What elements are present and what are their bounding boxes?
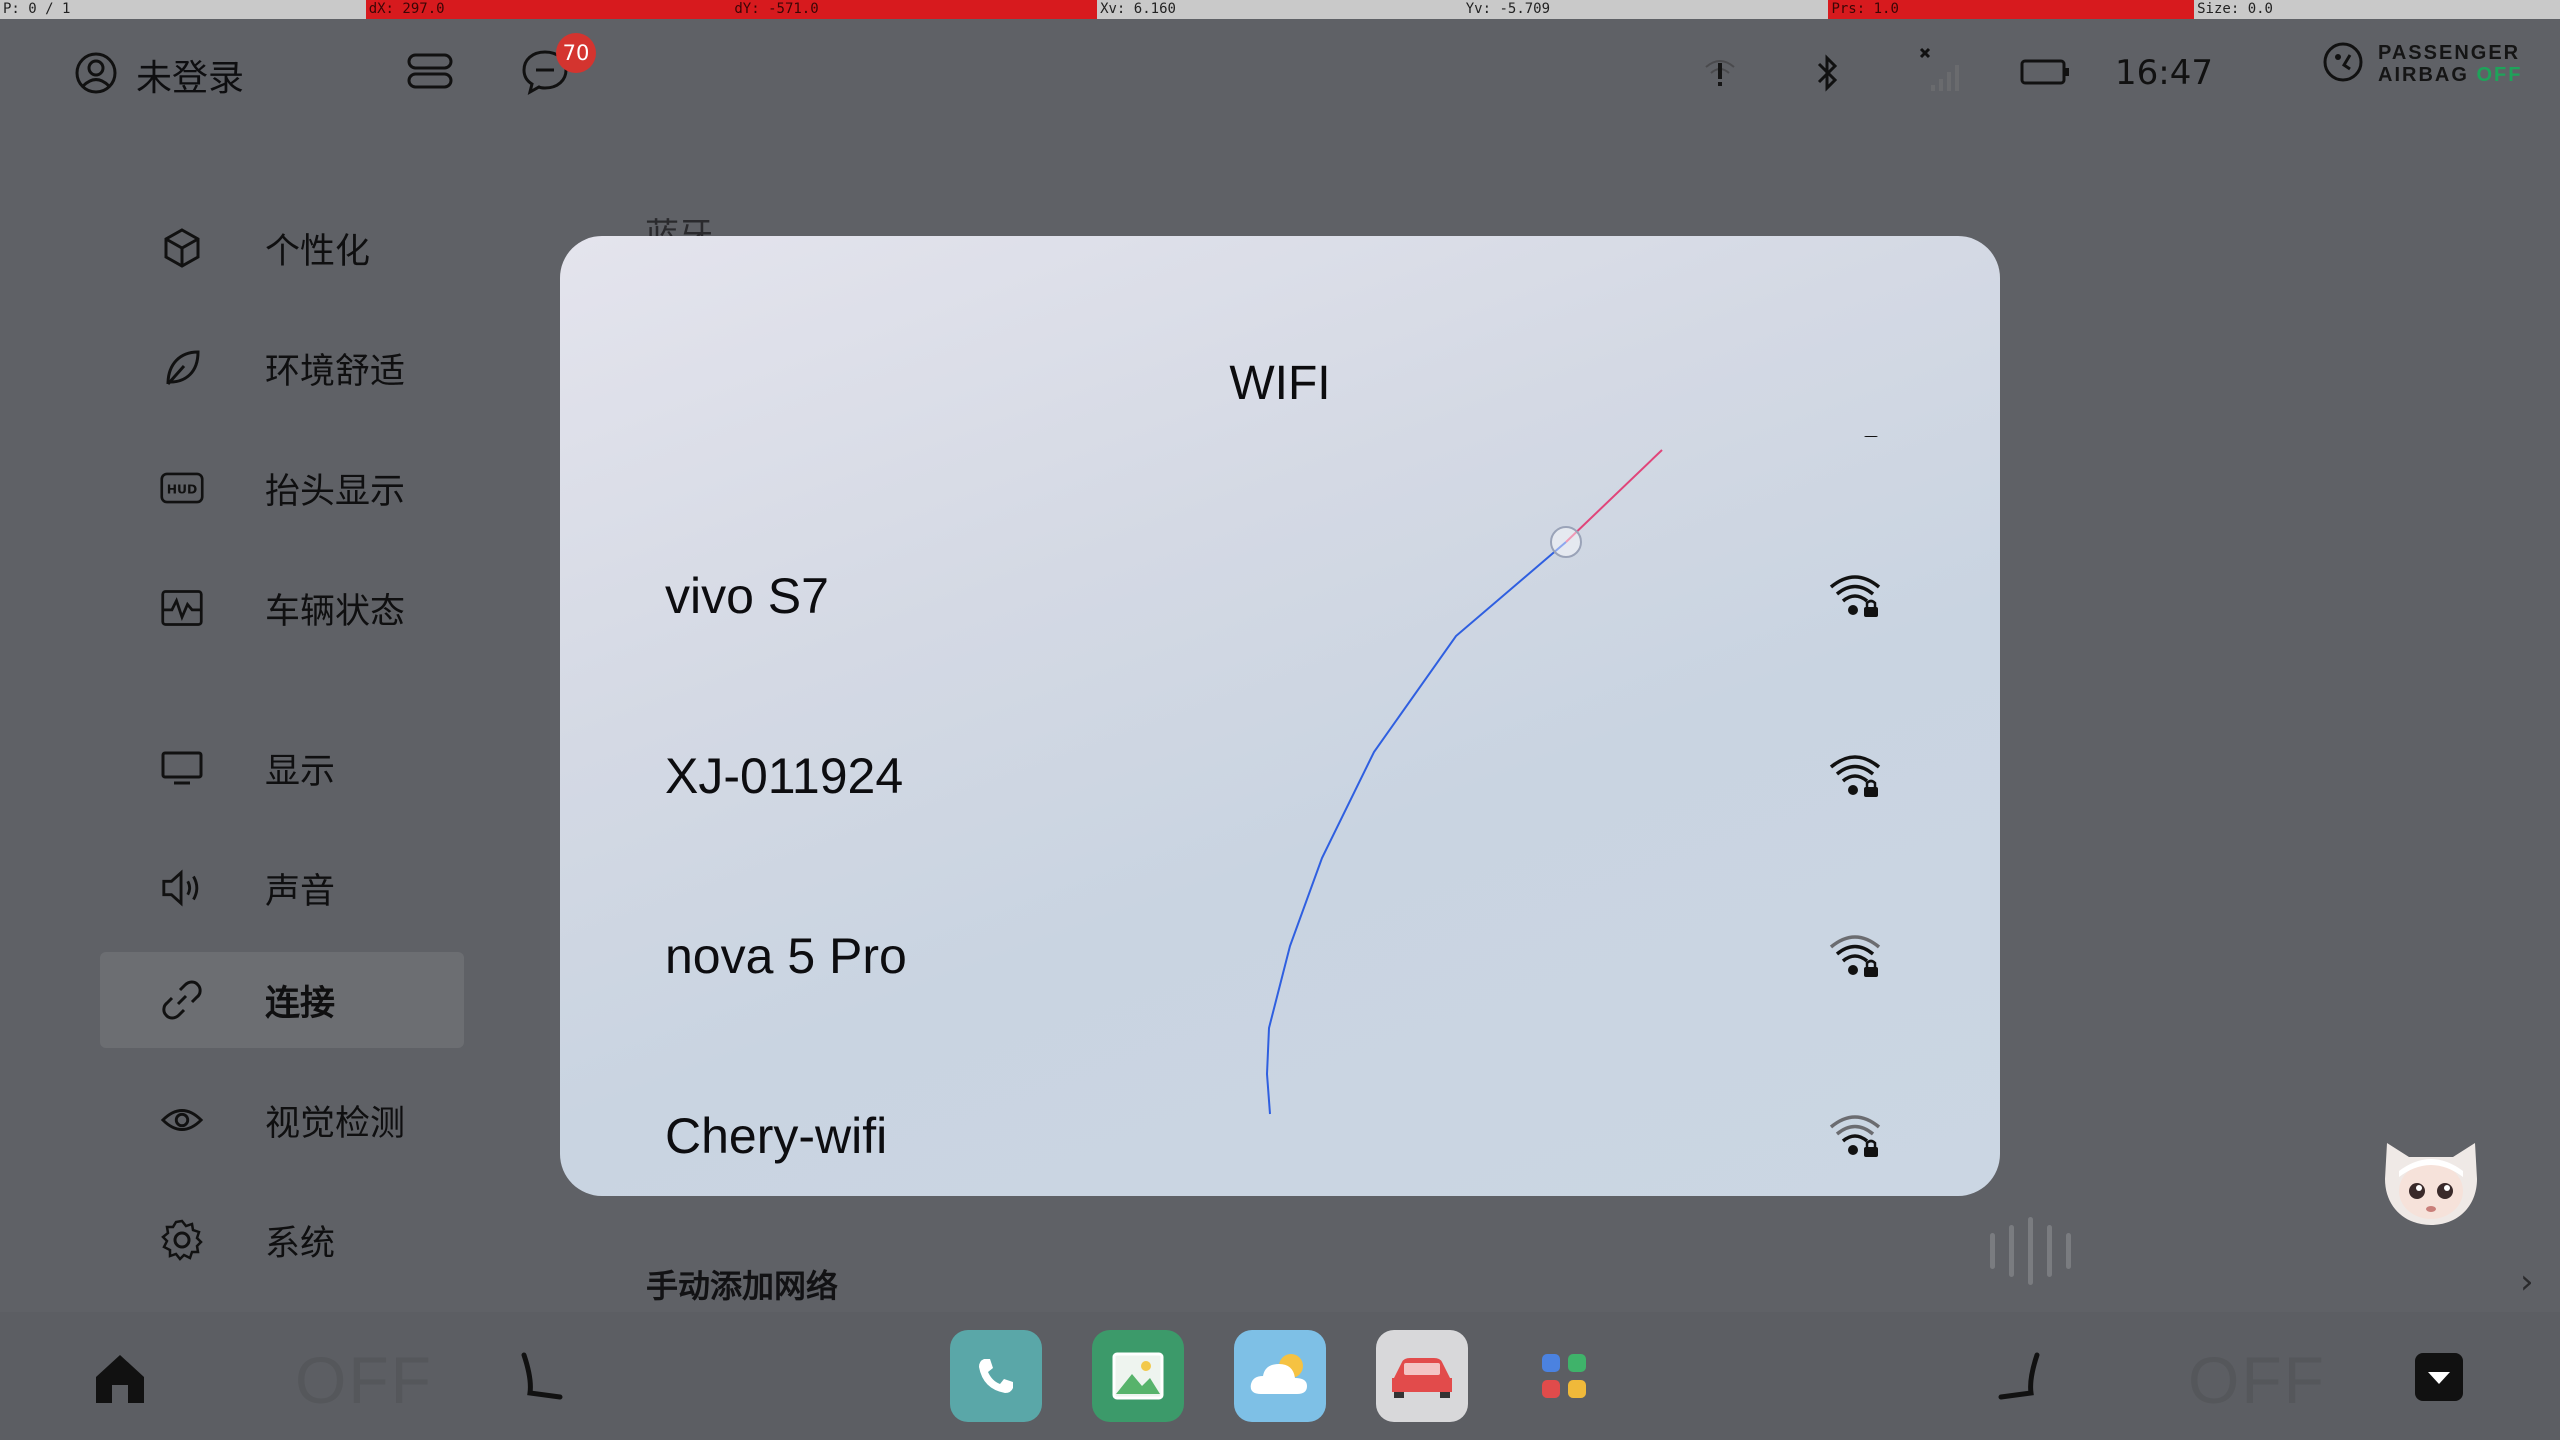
vehicle-app-icon[interactable]	[1376, 1330, 1468, 1422]
manual-add-network-button[interactable]: 手动添加网络	[646, 1261, 838, 1307]
control-center-icon[interactable]	[405, 49, 455, 93]
chevron-right-icon[interactable]: ›	[2520, 1262, 2534, 1302]
debug-pressure: Prs: 1.0	[1828, 0, 2195, 19]
battery-icon	[2020, 55, 2072, 89]
debug-size: Size: 0.0	[2197, 1, 2273, 17]
gallery-app-icon[interactable]	[1092, 1330, 1184, 1422]
vehicle-status-icon	[160, 586, 204, 630]
debug-yv: Yv: -5.709	[1465, 1, 1551, 17]
dropdown-menu-icon[interactable]	[2414, 1352, 2464, 1402]
voice-assistant-waveform[interactable]	[1990, 1217, 2071, 1285]
user-icon	[74, 51, 118, 99]
waveform-bar	[2066, 1233, 2071, 1269]
sidebar-item-vision[interactable]: 视觉检测	[100, 1072, 464, 1168]
weather-app-icon[interactable]	[1234, 1330, 1326, 1422]
svg-text:HUD: HUD	[167, 482, 198, 496]
sidebar-item-personalization[interactable]: 个性化	[100, 200, 464, 296]
airbag-off-indicator: OFF	[2476, 64, 2523, 86]
waveform-bar	[1990, 1233, 1995, 1269]
sidebar-item-vehicle-status[interactable]: 车辆状态	[100, 560, 464, 656]
left-seat-icon[interactable]	[515, 1348, 571, 1404]
bottom-dock: OFF OFF	[0, 1312, 2560, 1440]
cube-icon	[160, 226, 204, 270]
status-bar: 未登录 70 16:47 PASSENGER AIRBAG OFF	[0, 19, 2560, 124]
passenger-airbag-status: PASSENGER AIRBAG OFF	[2322, 41, 2522, 87]
sidebar-item-label: 声音	[265, 871, 336, 912]
pointer-debug-bar: P: 0 / 1 dX: 297.0 dY: -571.0 Xv: 6.160 …	[0, 0, 2560, 19]
user-account-button[interactable]: 未登录	[74, 49, 244, 101]
status-clock: 16:47	[2115, 53, 2213, 93]
phone-app-icon[interactable]	[950, 1330, 1042, 1422]
assistant-mascot-icon[interactable]	[2375, 1133, 2487, 1229]
sidebar-item-comfort[interactable]: 环境舒适	[100, 320, 464, 416]
right-seat-icon[interactable]	[1990, 1348, 2046, 1404]
sidebar-item-label: 连接	[265, 983, 336, 1024]
waveform-bar	[2009, 1225, 2014, 1277]
debug-pointer-count: P: 0 / 1	[3, 1, 71, 17]
monitor-icon	[160, 746, 204, 790]
sidebar-item-sound[interactable]: 声音	[100, 840, 464, 936]
debug-xv: Xv: 6.160	[1100, 1, 1176, 17]
sidebar-item-label: 个性化	[265, 231, 371, 272]
message-count-badge: 70	[556, 33, 596, 73]
home-icon[interactable]	[90, 1350, 150, 1406]
speaker-icon	[160, 866, 204, 910]
touch-point-marker	[1550, 526, 1582, 558]
touch-trace-overlay	[1265, 449, 1663, 1115]
sidebar-item-label: 环境舒适	[265, 351, 406, 392]
sidebar-item-hud[interactable]: HUD 抬头显示	[100, 440, 464, 536]
sidebar-item-connection[interactable]: 连接	[100, 952, 464, 1048]
debug-dx: dX: 297.0	[365, 0, 732, 19]
leaf-icon	[160, 346, 204, 390]
sidebar-item-label: 抬头显示	[265, 471, 406, 512]
sidebar-item-label: 系统	[265, 1223, 336, 1264]
waveform-bar	[2028, 1217, 2033, 1285]
sidebar-item-label: 车辆状态	[265, 591, 406, 632]
sidebar-item-system[interactable]: 系统	[100, 1192, 464, 1288]
sidebar-item-display[interactable]: 显示	[100, 720, 464, 816]
bluetooth-icon	[1812, 51, 1844, 95]
app-launcher-icon[interactable]	[1518, 1330, 1610, 1422]
left-seat-heat-status[interactable]: OFF	[295, 1342, 433, 1418]
cellular-signal-icon	[1915, 45, 1965, 95]
user-login-status: 未登录	[136, 58, 245, 99]
airbag-label-passenger: PASSENGER	[2378, 42, 2521, 64]
hotspot-alert-icon	[1700, 53, 1740, 93]
right-seat-heat-status[interactable]: OFF	[2188, 1342, 2326, 1418]
airbag-icon	[2322, 41, 2364, 87]
debug-dy: dY: -571.0	[731, 0, 1098, 19]
eye-icon	[160, 1098, 204, 1142]
sidebar-item-label: 显示	[265, 751, 336, 792]
waveform-bar	[2047, 1225, 2052, 1277]
hud-icon: HUD	[160, 466, 204, 510]
gear-icon	[160, 1218, 204, 1262]
wifi-dialog[interactable]: WIFI realme XT 7.0 vivo S7 XJ-011924 nov…	[560, 236, 2000, 1196]
sidebar-item-label: 视觉检测	[265, 1103, 406, 1144]
airbag-label-airbag: AIRBAG	[2378, 64, 2469, 86]
link-icon	[160, 978, 204, 1022]
